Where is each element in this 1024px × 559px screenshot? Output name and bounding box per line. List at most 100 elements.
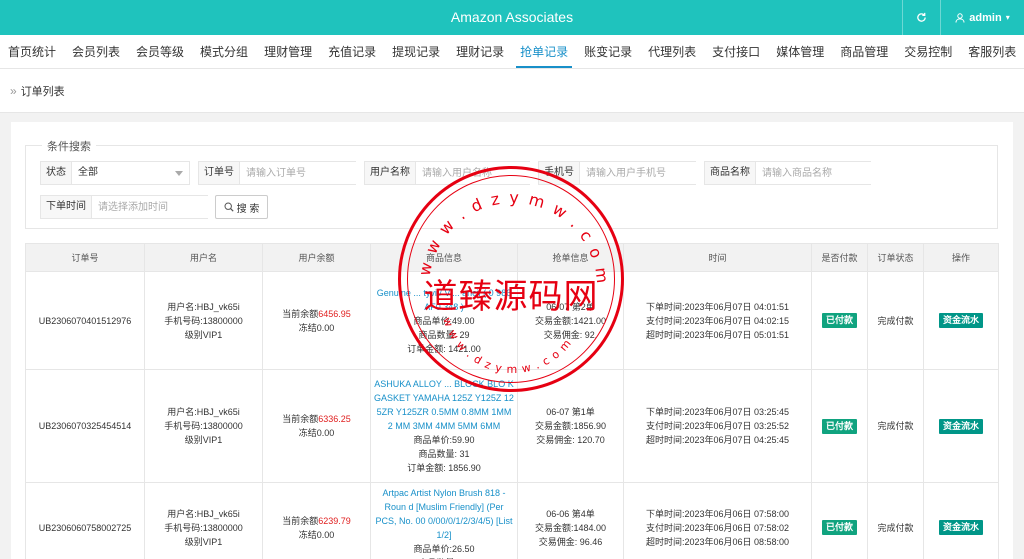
time-cell: 下单时间:2023年06月07日 04:01:51 支付时间:2023年06月07…	[623, 271, 812, 370]
user-phone: 手机号码:13800000	[164, 315, 243, 326]
main-nav: 首页统计 会员列表 会员等级 模式分组 理财管理 充值记录 提现记录 理财记录 抢单记录 账变记录…	[0, 35, 1024, 69]
nav-item[interactable]: 代理列表	[640, 35, 704, 68]
phone-label: 手机号	[539, 162, 580, 184]
commission: 交易佣金: 92.	[543, 329, 598, 340]
trade-amount: 交易金额:1856.90	[534, 421, 607, 431]
timeout-time: 超时时间:2023年06月07日 05:01:51	[645, 329, 790, 340]
column-header: 订单号	[25, 243, 145, 272]
user-phone: 手机号码:13800000	[164, 421, 243, 431]
action-cell: 资金流水	[923, 369, 999, 483]
column-header: 用户余额	[262, 243, 371, 272]
phone-input[interactable]	[580, 162, 724, 184]
quantity: 商品数量: 29	[418, 329, 470, 340]
quantity: 商品数量: 56	[373, 556, 515, 559]
nav-item[interactable]: 模式分组	[192, 35, 256, 68]
search-form: 条件搜索 状态 全部 订单号 用户名称 手机号 商品名称 下单时间	[25, 138, 998, 229]
balance-label: 当前余额	[282, 414, 319, 424]
user-name-label: 用户名称	[365, 162, 416, 184]
search-legend: 条件搜索	[42, 138, 96, 154]
column-header: 是否付款	[811, 243, 868, 272]
status-select[interactable]: 状态 全部	[40, 161, 190, 185]
product-name-field: 商品名称	[704, 161, 900, 185]
nav-item[interactable]: 抢单记录	[512, 35, 576, 68]
column-header: 商品信息	[370, 243, 518, 272]
order-time-field: 下单时间	[40, 195, 236, 219]
balance-cell: 当前余额6456.95 冻结0.00	[262, 271, 371, 370]
fund-flow-button[interactable]: 资金流水	[938, 313, 983, 328]
search-button[interactable]: 搜 索	[215, 195, 268, 219]
nav-item[interactable]: 商品管理	[832, 35, 896, 68]
paid-badge: 已付款	[821, 418, 857, 434]
breadcrumb-current[interactable]: 订单列表	[21, 83, 65, 99]
product-cell: ASHUKA ALLOY ... BLOCK BLO K GASKET YAMA…	[370, 369, 518, 483]
column-header: 抢单信息	[517, 243, 624, 272]
trade-amount: 交易金额:1484.00	[534, 522, 607, 533]
balance-value: 6336.25	[318, 414, 351, 424]
nav-item[interactable]: 会员列表	[64, 35, 128, 68]
user-menu[interactable]: admin ▾	[940, 0, 1024, 35]
order-no: UB2306070401512976	[38, 315, 132, 326]
pay-time: 支付时间:2023年06月07日 04:02:15	[645, 315, 790, 326]
column-header: 用户名	[144, 243, 263, 272]
order-amount: 订单金额: 1421.00	[407, 343, 481, 354]
product-title[interactable]: Artpac Artist Nylon Brush 818 - Roun d […	[373, 486, 515, 542]
nav-item[interactable]: 充值记录	[320, 35, 384, 68]
nav-item[interactable]: 提现记录	[384, 35, 448, 68]
product-name-input[interactable]	[756, 162, 900, 184]
order-no-field: 订单号	[198, 161, 384, 185]
fund-flow-button[interactable]: 资金流水	[938, 520, 983, 535]
search-icon	[224, 202, 234, 212]
table-row: UB2306060758002725 用户名:HBJ_vk65i 手机号码:1380…	[25, 482, 999, 559]
nav-item[interactable]: 账变记录	[576, 35, 640, 68]
column-header: 订单状态	[867, 243, 924, 272]
breadcrumb: » 订单列表	[0, 69, 1024, 113]
user-cell: 用户名:HBJ_vk65i 手机号码:13800000 级别VIP1	[144, 271, 263, 370]
nav-item[interactable]: 客服列表	[960, 35, 1024, 68]
order-time: 下单时间:2023年06月07日 04:01:51	[645, 301, 790, 312]
order-status: 完成付款	[877, 315, 914, 326]
balance-label: 当前余额	[282, 308, 319, 319]
grab-index: 06-07 第2单	[546, 301, 595, 312]
status-cell: 完成付款	[867, 369, 924, 483]
time-cell: 下单时间:2023年06月06日 07:58:00 支付时间:2023年06月06…	[623, 482, 812, 559]
user-icon	[955, 12, 965, 23]
nav-item[interactable]: 会员等级	[128, 35, 192, 68]
user-name: admin	[969, 11, 1002, 24]
nav-item[interactable]: 媒体管理	[768, 35, 832, 68]
unit-price: 商品单价:49.00	[413, 315, 475, 326]
frozen-amount: 冻结0.00	[298, 529, 335, 540]
paid-badge: 已付款	[821, 520, 857, 535]
nav-item[interactable]: 交易控制	[896, 35, 960, 68]
action-cell: 资金流水	[923, 271, 999, 370]
quantity: 商品数量: 31	[418, 449, 470, 459]
table-row: UB2306070401512976 用户名:HBJ_vk65i 手机号码:1380…	[25, 271, 999, 370]
balance-cell: 当前余额6239.79 冻结0.00	[262, 482, 371, 559]
timeout-time: 超时时间:2023年06月06日 08:58:00	[645, 536, 790, 547]
user-name: 用户名:HBJ_vk65i	[167, 508, 240, 519]
unit-price: 商品单价:59.90	[413, 435, 475, 445]
user-name: 用户名:HBJ_vk65i	[167, 407, 240, 417]
nav-item[interactable]: 理财管理	[256, 35, 320, 68]
timeout-time: 超时时间:2023年06月07日 04:25:45	[645, 435, 790, 445]
column-header: 操作	[923, 243, 999, 272]
phone-field: 手机号	[538, 161, 724, 185]
nav-item[interactable]: 首页统计	[0, 35, 64, 68]
refresh-button[interactable]	[902, 0, 940, 35]
status-value[interactable]: 全部	[72, 162, 189, 184]
product-cell: Artpac Artist Nylon Brush 818 - Roun d […	[370, 482, 518, 559]
user-level: 级别VIP1	[184, 329, 223, 340]
unit-price: 商品单价:26.50	[413, 543, 475, 554]
grab-index: 06-06 第4单	[546, 508, 595, 519]
table-row: UB2306070325454514 用户名:HBJ_vk65i 手机号码:1380…	[25, 369, 999, 483]
order-no: UB2306070325454514	[38, 421, 132, 431]
nav-item[interactable]: 理财记录	[448, 35, 512, 68]
product-title[interactable]: ASHUKA ALLOY ... BLOCK BLO K GASKET YAMA…	[373, 377, 515, 433]
fund-flow-button[interactable]: 资金流水	[938, 418, 983, 434]
refresh-icon	[917, 12, 926, 22]
order-no-cell: UB2306070325454514	[25, 369, 145, 483]
product-title[interactable]: Genuine ... tyvi / Vi... ancil ( 0 986 A…	[373, 286, 515, 314]
commission: 交易佣金: 120.70	[536, 435, 605, 445]
order-no-input[interactable]	[240, 162, 384, 184]
nav-item[interactable]: 支付接口	[704, 35, 768, 68]
grab-index: 06-07 第1单	[546, 407, 595, 417]
